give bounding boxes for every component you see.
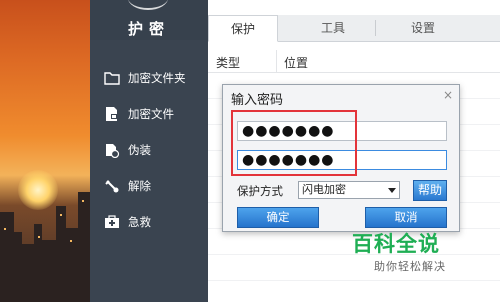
close-icon[interactable]: × xyxy=(443,88,453,102)
app-title: 护密 xyxy=(127,20,170,38)
folder-icon xyxy=(104,70,120,86)
protection-mode-value: 闪电加密 xyxy=(302,183,346,196)
sidebar-item-remove[interactable]: 解除 xyxy=(104,176,151,196)
unlock-icon xyxy=(104,178,120,194)
building xyxy=(22,244,34,302)
sidebar-item-label: 急救 xyxy=(128,215,151,229)
sidebar: 加密文件夹 加密文件 伪装 解除 急救 xyxy=(90,40,208,302)
background-city-photo xyxy=(0,0,90,302)
column-header-location[interactable]: 位置 xyxy=(284,54,308,71)
cancel-button[interactable]: 取消 xyxy=(365,207,447,228)
password-dialog: 输入密码 × ●●●●●●● ●●●●●●● 保护方式 闪电加密 帮助 确定 取… xyxy=(222,84,460,232)
ok-button[interactable]: 确定 xyxy=(237,207,319,228)
file-lock-icon xyxy=(104,106,120,122)
tab-settings[interactable]: 设置 xyxy=(388,15,458,42)
sun-glow xyxy=(18,170,58,210)
tab-divider xyxy=(375,20,376,36)
header-divider xyxy=(208,72,500,73)
building xyxy=(78,192,90,302)
first-aid-icon xyxy=(104,214,120,230)
column-divider xyxy=(276,50,277,72)
protection-mode-select[interactable]: 闪电加密 xyxy=(298,181,400,199)
tab-tools[interactable]: 工具 xyxy=(298,15,368,42)
help-button[interactable]: 帮助 xyxy=(413,180,447,201)
tab-protect[interactable]: 保护 xyxy=(208,15,278,42)
disguise-icon xyxy=(104,142,120,158)
building xyxy=(66,228,78,302)
chevron-down-icon xyxy=(388,188,396,193)
watermark-subtitle: 助你轻松解决 xyxy=(374,260,446,273)
building xyxy=(42,240,56,302)
sidebar-item-first-aid[interactable]: 急救 xyxy=(104,212,151,232)
watermark: 百科全说 助你轻松解决 xyxy=(352,226,500,286)
sidebar-item-label: 解除 xyxy=(128,179,151,193)
sidebar-item-label: 加密文件 xyxy=(128,107,174,121)
sidebar-item-encrypt-file[interactable]: 加密文件 xyxy=(104,104,174,124)
building xyxy=(56,206,66,302)
dialog-title: 输入密码 xyxy=(231,93,284,108)
sidebar-item-label: 加密文件夹 xyxy=(128,71,186,85)
sidebar-item-encrypt-folder[interactable]: 加密文件夹 xyxy=(104,68,186,88)
sidebar-item-disguise[interactable]: 伪装 xyxy=(104,140,151,160)
watermark-title: 百科全说 xyxy=(352,232,440,256)
highlight-box xyxy=(231,110,357,176)
tab-bar: 保护 工具 设置 xyxy=(208,15,500,42)
building xyxy=(12,232,22,302)
column-header-type[interactable]: 类型 xyxy=(216,54,240,71)
sidebar-item-label: 伪装 xyxy=(128,143,151,157)
